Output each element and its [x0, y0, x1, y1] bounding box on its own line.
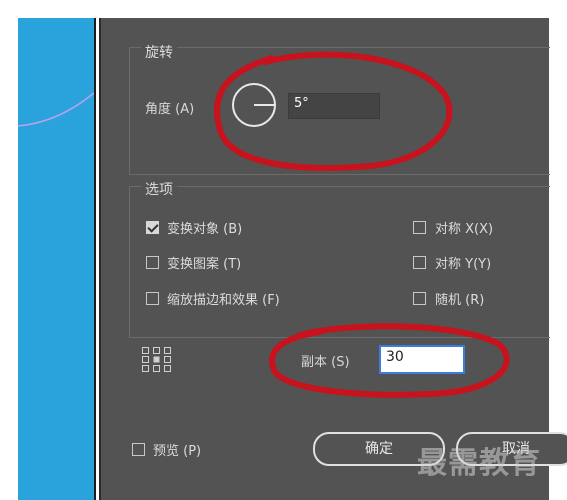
rotate-dialog: 旋转 角度 (A) 5° 选项 变换对象 (B) 变换图案 (T) 缩放描边和效… — [101, 18, 567, 500]
options-group-title: 选项 — [141, 179, 177, 199]
copies-input[interactable]: 30 — [379, 345, 465, 374]
scale-strokes-checkbox[interactable] — [146, 292, 159, 305]
random-label: 随机 (R) — [435, 293, 485, 308]
scale-strokes-label: 缩放描边和效果 (F) — [167, 293, 280, 308]
reflect-y-label: 对称 Y(Y) — [435, 257, 492, 272]
transform-objects-label: 变换对象 (B) — [167, 222, 243, 237]
copies-label: 副本 (S) — [301, 355, 350, 370]
angle-input[interactable]: 5° — [288, 93, 380, 119]
rotate-group-title: 旋转 — [141, 42, 177, 62]
transform-patterns-label: 变换图案 (T) — [167, 257, 242, 272]
preview-checkbox[interactable] — [132, 443, 145, 456]
watermark-text: 最需教育 — [417, 446, 541, 481]
reflect-y-checkbox[interactable] — [413, 256, 426, 269]
reference-point-grid-icon[interactable] — [141, 346, 173, 374]
angle-label: 角度 (A) — [145, 102, 195, 117]
panel-divider — [94, 18, 96, 500]
artboard-curve — [18, 92, 94, 127]
random-checkbox[interactable] — [413, 292, 426, 305]
reflect-x-checkbox[interactable] — [413, 221, 426, 234]
angle-dial-needle — [254, 104, 275, 106]
angle-dial-icon[interactable] — [232, 83, 276, 127]
preview-label: 预览 (P) — [153, 444, 202, 459]
artboard-canvas — [18, 18, 94, 500]
transform-patterns-checkbox[interactable] — [146, 256, 159, 269]
reflect-x-label: 对称 X(X) — [435, 222, 494, 237]
transform-objects-checkbox[interactable] — [146, 221, 159, 234]
